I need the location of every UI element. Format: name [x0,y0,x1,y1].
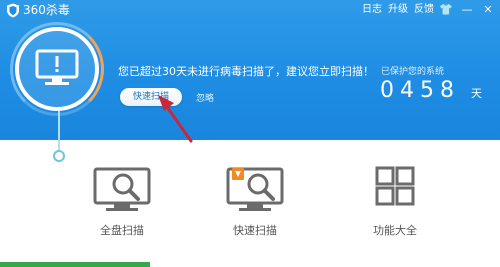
scan-status-panel: 360杀毒 日志 升级 反馈 👕 — ✕ 您已超过30天未进行病毒扫描了，建议您… [0,0,500,140]
ignore-link[interactable]: 忽略 [196,91,214,104]
minimize-button[interactable]: — [461,3,473,17]
full-scan-tool[interactable]: 全盘扫描 [77,160,167,240]
full-scan-icon [93,167,151,211]
protected-days-unit: 天 [471,87,482,100]
tools-area: 全盘扫描 快速扫描 功能大全 [0,160,500,250]
app-title: 360杀毒 [23,3,70,17]
top-links: 日志 升级 反馈 [362,3,434,17]
protected-label: 已保护您的系统 [381,67,445,77]
skin-icon[interactable]: 👕 [439,3,453,17]
progress-bar [0,262,150,267]
upgrade-link[interactable]: 升级 [388,3,408,17]
quick-scan-tool[interactable]: 快速扫描 [210,160,300,240]
log-link[interactable]: 日志 [362,3,382,17]
all-features-icon [375,166,415,206]
title-bar: 360杀毒 日志 升级 反馈 👕 — ✕ [0,0,500,22]
feedback-link[interactable]: 反馈 [414,3,434,17]
full-scan-label: 全盘扫描 [100,224,144,237]
protected-days-count: 0458 [380,78,460,103]
pointer-arrow-icon [158,95,193,143]
timeline-line [58,111,60,153]
close-button[interactable]: ✕ [482,3,494,17]
quick-scan-icon [226,167,284,211]
quick-scan-label: 快速扫描 [233,224,277,237]
shield-logo-icon [7,3,19,18]
all-features-tool[interactable]: 功能大全 [350,160,440,240]
window-controls: 👕 — ✕ [439,3,494,17]
scan-warning-text: 您已超过30天未进行病毒扫描了，建议您立即扫描！ [118,65,374,78]
monitor-warning-icon [35,49,79,85]
all-features-label: 功能大全 [373,224,417,237]
